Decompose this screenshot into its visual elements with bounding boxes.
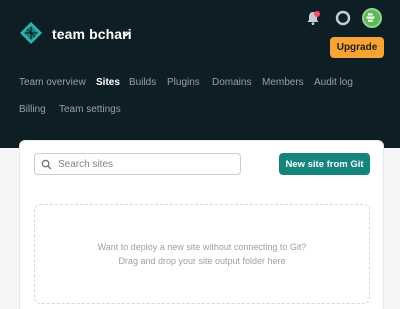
new-site-from-git-button[interactable]: New site from Git [279, 153, 370, 175]
search-input[interactable] [58, 158, 238, 170]
dropzone-text-line1: Want to deploy a new site without connec… [97, 242, 307, 252]
team-name[interactable]: team bchari [52, 26, 132, 42]
search-field[interactable] [34, 153, 241, 175]
lifebuoy-icon[interactable] [334, 9, 352, 27]
user-avatar[interactable] [362, 8, 382, 28]
chevron-down-icon[interactable] [121, 29, 131, 39]
tab-audit-log[interactable]: Audit log [314, 77, 353, 88]
top-header: team bchari Upgrade Team overview Sites … [0, 0, 400, 148]
dropzone-text-line2: Drag and drop your site output folder he… [118, 256, 286, 266]
tab-team-settings[interactable]: Team settings [59, 104, 121, 115]
site-dropzone[interactable] [34, 204, 370, 304]
tab-members[interactable]: Members [262, 77, 304, 88]
tab-plugins[interactable]: Plugins [167, 77, 200, 88]
upgrade-button[interactable]: Upgrade [330, 37, 384, 58]
netlify-logo-icon[interactable] [19, 21, 43, 45]
tab-builds[interactable]: Builds [129, 77, 156, 88]
tab-sites[interactable]: Sites [96, 77, 120, 88]
tab-team-overview[interactable]: Team overview [19, 77, 86, 88]
notification-dot [314, 11, 320, 17]
avatar-icon [366, 13, 375, 22]
search-icon [41, 159, 52, 169]
tab-domains[interactable]: Domains [212, 77, 251, 88]
tab-billing[interactable]: Billing [19, 104, 46, 115]
